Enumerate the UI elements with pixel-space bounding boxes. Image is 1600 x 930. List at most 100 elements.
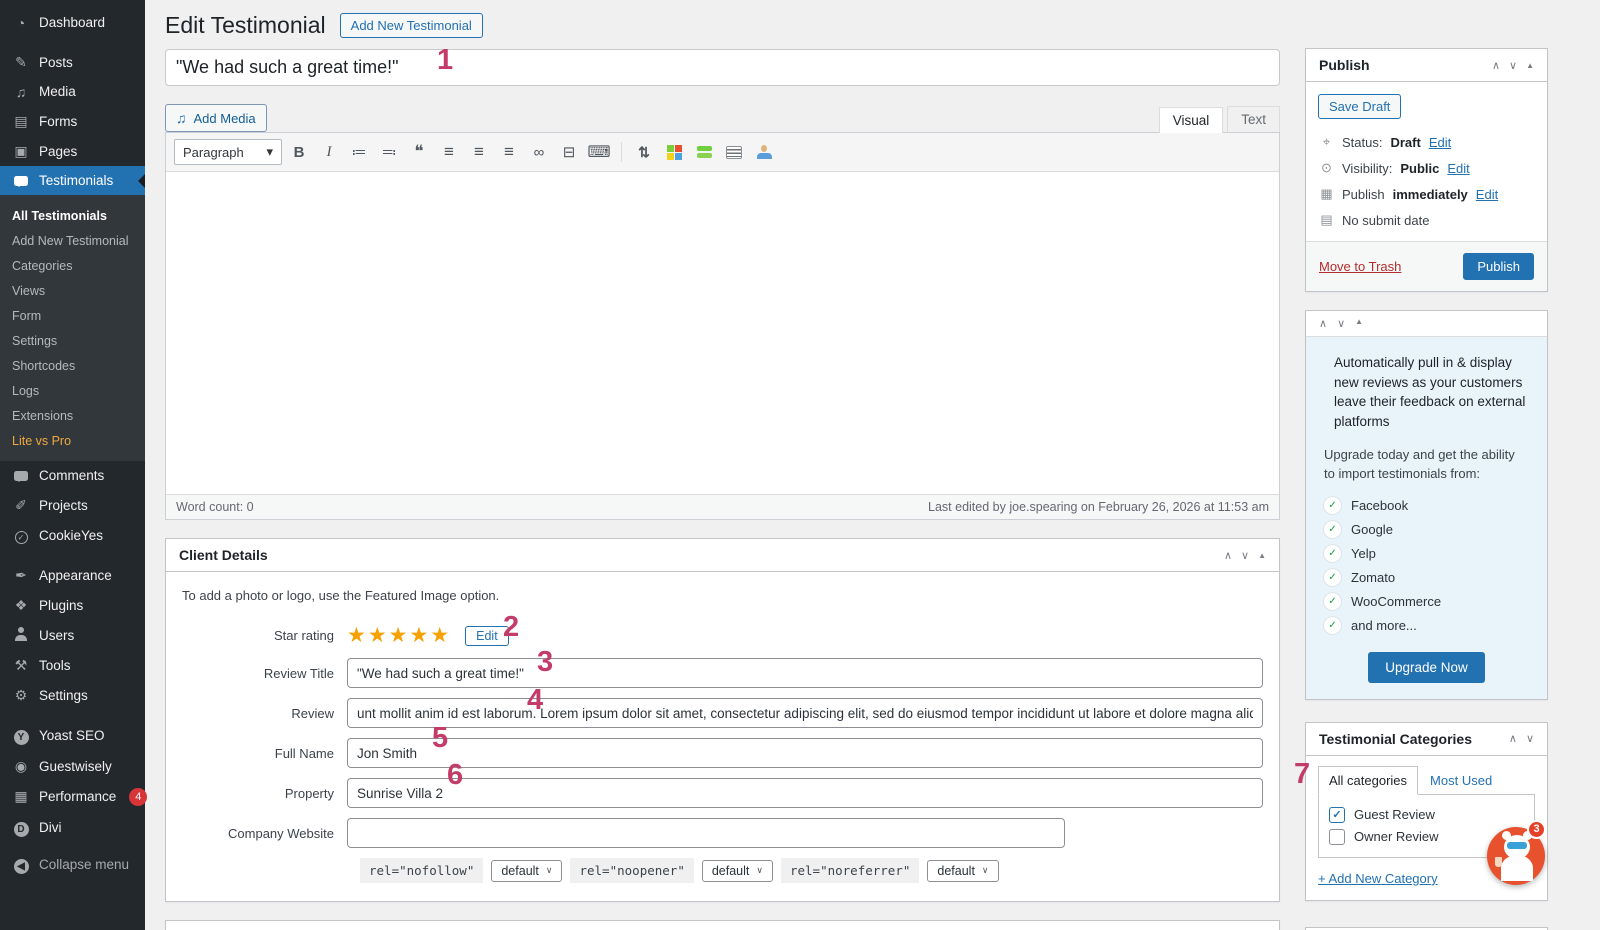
addons-grid-button[interactable] [661,140,687,164]
tab-text[interactable]: Text [1227,106,1280,132]
publish-button[interactable]: Publish [1463,253,1534,280]
category-label: Owner Review [1354,829,1439,845]
rel-nofollow-select[interactable]: default [491,859,563,882]
sidebar-item-appearance[interactable]: Appearance [0,560,145,590]
star-rating-stars[interactable]: ★★★★★ [347,623,451,648]
green-bars-icon [696,146,712,158]
visibility-edit-link[interactable]: Edit [1447,161,1469,176]
move-down-icon[interactable]: ∨ [1509,59,1517,72]
chat-widget-mascot[interactable]: 3 [1487,820,1546,885]
sidebar-item-comments[interactable]: Comments [0,461,145,490]
rating-bars-button[interactable] [691,140,717,164]
move-down-icon[interactable]: ∨ [1241,549,1249,562]
move-up-icon[interactable]: ∧ [1492,59,1500,72]
submenu-views[interactable]: Views [0,278,145,303]
check-icon [1324,521,1341,539]
move-up-icon[interactable]: ∧ [1319,317,1327,330]
move-to-trash-link[interactable]: Move to Trash [1319,259,1401,274]
sidebar-item-guestwisely[interactable]: Guestwisely [0,751,145,781]
numbered-list-button[interactable] [376,140,402,164]
template-button[interactable] [721,140,747,164]
client-avatar-button[interactable] [751,140,777,164]
sidebar-item-label: CookieYes [39,527,104,543]
paragraph-format-dropdown[interactable]: Paragraph ▾ [174,139,282,165]
submenu-shortcodes[interactable]: Shortcodes [0,353,145,378]
align-left-button[interactable] [436,140,462,164]
move-up-icon[interactable]: ∧ [1509,732,1517,745]
align-center-button[interactable] [466,140,492,164]
move-up-icon[interactable]: ∧ [1224,549,1232,562]
sidebar-item-dashboard[interactable]: Dashboard [0,8,145,37]
submenu-all-testimonials[interactable]: All Testimonials [0,203,145,228]
guest-review-checkbox[interactable] [1329,806,1345,823]
collapse-menu-button[interactable]: ◀ Collapse menu [0,849,145,880]
move-down-icon[interactable]: ∨ [1526,732,1534,745]
publish-time-edit-link[interactable]: Edit [1476,187,1498,202]
bold-button[interactable] [286,140,312,164]
submenu-settings[interactable]: Settings [0,328,145,353]
insert-shortcode-button[interactable] [631,140,657,164]
editor-mode-tabs: Visual Text [1155,106,1280,133]
add-new-category-link[interactable]: + Add New Category [1318,871,1438,886]
sidebar-item-pages[interactable]: Pages [0,136,145,166]
sidebar-item-projects[interactable]: Projects [0,490,145,520]
sidebar-item-divi[interactable]: D Divi [0,812,145,843]
review-input[interactable] [347,698,1263,728]
move-down-icon[interactable]: ∨ [1337,317,1345,330]
rel-noreferrer-select[interactable]: default [927,859,999,882]
collapse-panel-icon[interactable]: ▲ [1526,61,1534,70]
submenu-logs[interactable]: Logs [0,378,145,403]
insert-link-button[interactable] [526,140,552,164]
calendar-icon [1319,186,1334,202]
read-more-button[interactable] [556,140,582,164]
collapse-panel-icon[interactable]: ▲ [1258,551,1266,560]
review-title-input[interactable] [347,658,1263,688]
collapse-panel-icon[interactable]: ▲ [1355,317,1363,330]
tab-all-categories[interactable]: All categories [1318,765,1419,795]
testimonial-title-input[interactable] [165,49,1280,86]
rel-noopener-select[interactable]: default [701,859,773,882]
sidebar-item-settings[interactable]: Settings [0,680,145,710]
sidebar-item-testimonials[interactable]: Testimonials [0,166,145,195]
tab-most-used[interactable]: Most Used [1418,767,1504,794]
tab-visual[interactable]: Visual [1158,107,1224,133]
full-name-input[interactable] [347,738,1263,768]
submenu-add-new-testimonial[interactable]: Add New Testimonial [0,228,145,253]
blockquote-button[interactable] [406,140,432,164]
sidebar-item-forms[interactable]: Forms [0,106,145,136]
submenu-form[interactable]: Form [0,303,145,328]
sidebar-item-posts[interactable]: Posts [0,47,145,77]
side-column: Publish ∧ ∨ ▲ Save Draft Status: Draft Edi… [1305,48,1548,930]
italic-button[interactable] [316,140,342,164]
submenu-extensions[interactable]: Extensions [0,403,145,428]
category-label: Guest Review [1354,807,1435,823]
upgrade-now-button[interactable]: Upgrade Now [1368,651,1485,683]
owner-review-checkbox[interactable] [1329,828,1345,845]
add-media-button[interactable]: Add Media [165,104,267,132]
submenu-categories[interactable]: Categories [0,253,145,278]
brush-icon [12,567,30,584]
status-edit-link[interactable]: Edit [1429,135,1451,150]
sidebar-item-users[interactable]: Users [0,620,145,650]
sidebar-item-yoast-seo[interactable]: Y Yoast SEO [0,720,145,751]
platform-label: Facebook [1351,498,1409,514]
sidebar-item-label: Posts [39,54,73,70]
bulleted-list-button[interactable] [346,140,372,164]
property-input[interactable] [347,778,1263,808]
align-right-button[interactable] [496,140,522,164]
sidebar-item-cookieyes[interactable]: ✓ CookieYes [0,520,145,550]
toolbar-toggle-button[interactable] [586,140,612,164]
save-draft-button[interactable]: Save Draft [1318,94,1402,119]
sidebar-item-performance[interactable]: Performance 4 [0,781,148,812]
sidebar-item-label: Performance [39,789,117,804]
paragraph-label: Paragraph [183,144,244,160]
submenu-lite-vs-pro[interactable]: Lite vs Pro [0,428,145,453]
sidebar-item-tools[interactable]: Tools [0,650,145,680]
sidebar-item-plugins[interactable]: Plugins [0,590,145,620]
company-website-input[interactable] [347,818,1065,848]
add-new-testimonial-button[interactable]: Add New Testimonial [339,13,483,38]
sidebar-item-media[interactable]: Media [0,77,145,106]
property-label: Property [284,785,334,801]
editor-content-area[interactable] [166,172,1279,494]
categories-title: Testimonial Categories [1319,730,1473,747]
